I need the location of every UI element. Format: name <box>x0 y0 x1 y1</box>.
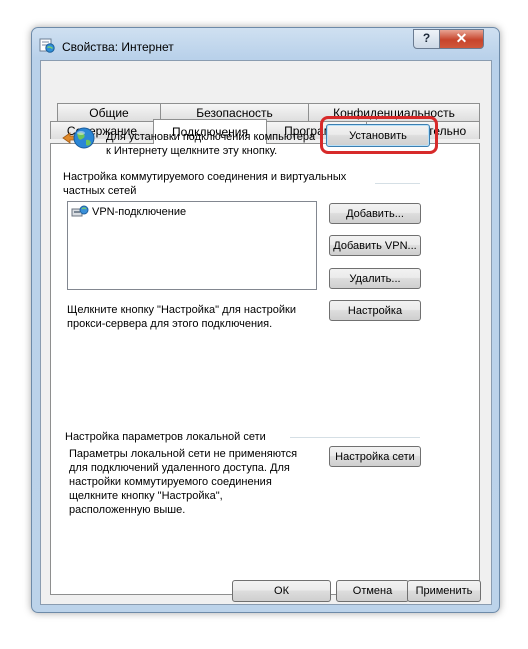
ok-button[interactable]: ОК <box>232 580 331 602</box>
lan-section-separator <box>290 437 420 438</box>
window-title: Свойства: Интернет <box>62 40 174 54</box>
cancel-button[interactable]: Отмена <box>336 580 409 602</box>
apply-button[interactable]: Применить <box>407 580 481 602</box>
vpn-section-heading: Настройка коммутируемого соединения и ви… <box>63 170 346 198</box>
lan-text-line-1: Параметры локальной сети не применяются <box>69 448 298 460</box>
vpn-connection-icon <box>71 205 89 217</box>
setup-instructions: Для установки подключения компьютера к И… <box>106 130 315 158</box>
setup-text-line-1: Для установки подключения компьютера <box>106 131 316 143</box>
globe-setup-icon <box>62 127 95 149</box>
lan-text-line-5: расположенную выше. <box>69 504 186 516</box>
tab-general[interactable]: Общие <box>57 103 161 121</box>
lan-description: Параметры локальной сети не применяются … <box>69 447 297 517</box>
setup-text-line-2: к Интернету щелкните эту кнопку. <box>106 145 278 157</box>
lan-text-line-3: настройки коммутируемого соединения <box>69 476 272 488</box>
vpn-section-separator <box>375 183 420 184</box>
vpn-heading-line-2: частных сетей <box>63 185 137 197</box>
help-icon: ? <box>422 31 431 45</box>
title-bar[interactable]: Свойства: Интернет ? ✕ <box>32 28 499 60</box>
vpn-heading-line-1: Настройка коммутируемого соединения и ви… <box>63 171 347 183</box>
help-button[interactable]: ? <box>413 29 440 49</box>
settings-button[interactable]: Настройка <box>329 300 421 321</box>
proxy-instructions: Щелкните кнопку "Настройка" для настройк… <box>67 303 296 331</box>
proxy-text-line-2: прокси-сервера для этого подключения. <box>67 318 273 330</box>
close-button[interactable]: ✕ <box>439 29 484 49</box>
add-button[interactable]: Добавить... <box>329 203 421 224</box>
add-vpn-button[interactable]: Добавить VPN... <box>329 235 421 256</box>
lan-settings-button[interactable]: Настройка сети <box>329 446 421 467</box>
remove-button[interactable]: Удалить... <box>329 268 421 289</box>
close-icon: ✕ <box>455 30 468 46</box>
proxy-text-line-1: Щелкните кнопку "Настройка" для настройк… <box>67 304 296 316</box>
list-item[interactable]: VPN-подключение <box>71 205 186 219</box>
setup-button-highlight <box>320 116 438 154</box>
connections-list[interactable]: VPN-подключение <box>67 201 317 290</box>
lan-text-line-2: для подключений удаленного доступа. Для <box>69 462 290 474</box>
lan-section-heading: Настройка параметров локальной сети <box>65 431 266 443</box>
connection-name: VPN-подключение <box>92 206 187 218</box>
internet-options-icon <box>39 38 55 53</box>
lan-text-line-4: щелкните кнопку "Настройка", <box>69 490 223 502</box>
